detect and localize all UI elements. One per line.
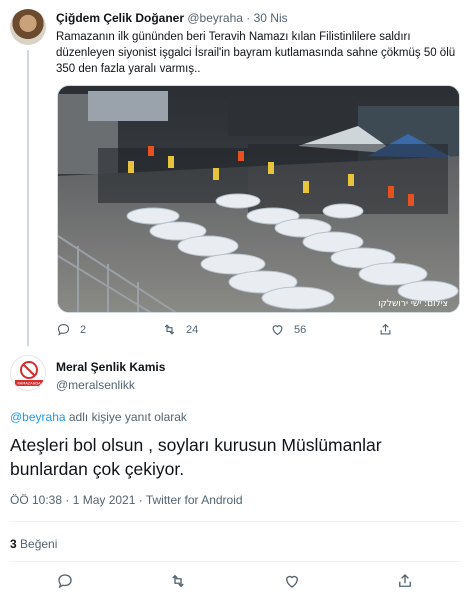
header-separator: ·	[246, 11, 251, 25]
parent-tweet-photo[interactable]: צילום: ישי ירושלקו	[57, 85, 460, 313]
share-button[interactable]	[396, 572, 414, 590]
reply-count: 2	[80, 323, 87, 336]
reply-author-name[interactable]: Meral Şenlik Kamis	[56, 360, 165, 374]
replying-suffix: adlı kişiye yanıt olarak	[65, 410, 187, 424]
photo-watermark: צילום: ישי ירושלקו	[378, 299, 448, 309]
reply-avatar[interactable]: RAMAZANDA	[10, 355, 46, 391]
divider	[10, 561, 460, 562]
retweet-icon	[172, 574, 184, 588]
share-action[interactable]	[378, 322, 402, 337]
parent-author-name[interactable]: Çiğdem Çelik Doğaner	[56, 11, 184, 25]
reply-author-handle[interactable]: @meralsenlikk	[56, 378, 135, 392]
reply-tweet-actions	[0, 572, 470, 594]
retweet-button[interactable]	[169, 572, 187, 590]
share-icon	[380, 323, 391, 335]
thread-line	[27, 50, 29, 346]
reply-icon	[57, 323, 70, 336]
avatar-logo: RAMAZANDA	[15, 361, 43, 386]
parent-tweet-actions: 2 24 56	[56, 322, 460, 340]
reply-action[interactable]: 2	[56, 322, 86, 337]
parent-tweet-header: Çiğdem Çelik Doğaner @beyraha · 30 Nis	[56, 11, 288, 25]
reply-tweet-text: Ateşleri bol olsun , soyları kurusun Müs…	[10, 435, 382, 479]
likes-label: Beğeni	[20, 537, 58, 551]
parent-tweet-time[interactable]: 30 Nis	[254, 11, 288, 25]
retweet-action[interactable]: 24	[162, 322, 198, 337]
replying-to: @beyraha adlı kişiye yanıt olarak	[10, 410, 187, 424]
heart-icon	[286, 575, 298, 588]
parent-tweet-text: Ramazanın ilk gününden beri Teravih Nama…	[56, 31, 456, 75]
parent-tweet[interactable]: Çiğdem Çelik Doğaner @beyraha · 30 Nis R…	[0, 0, 470, 348]
divider	[10, 521, 460, 522]
parent-avatar[interactable]	[10, 9, 46, 45]
likes-summary[interactable]: 3 Beğeni	[10, 537, 57, 551]
svg-text:RAMAZANDA: RAMAZANDA	[17, 382, 41, 386]
parent-author-handle[interactable]: @beyraha	[187, 11, 243, 25]
reply-button[interactable]	[56, 572, 74, 590]
reply-icon	[58, 574, 72, 589]
replying-mention-link[interactable]: @beyraha	[10, 410, 66, 424]
heart-icon	[272, 325, 283, 336]
retweet-icon	[164, 324, 175, 335]
like-button[interactable]	[283, 572, 301, 590]
like-action[interactable]: 56	[270, 322, 306, 337]
likes-count: 3	[10, 537, 17, 551]
like-count: 56	[294, 323, 307, 336]
retweet-count: 24	[186, 323, 199, 336]
tweet-timestamp[interactable]: ÖÖ 10:38 · 1 May 2021 · Twitter for Andr…	[10, 493, 243, 507]
share-icon	[399, 574, 411, 587]
